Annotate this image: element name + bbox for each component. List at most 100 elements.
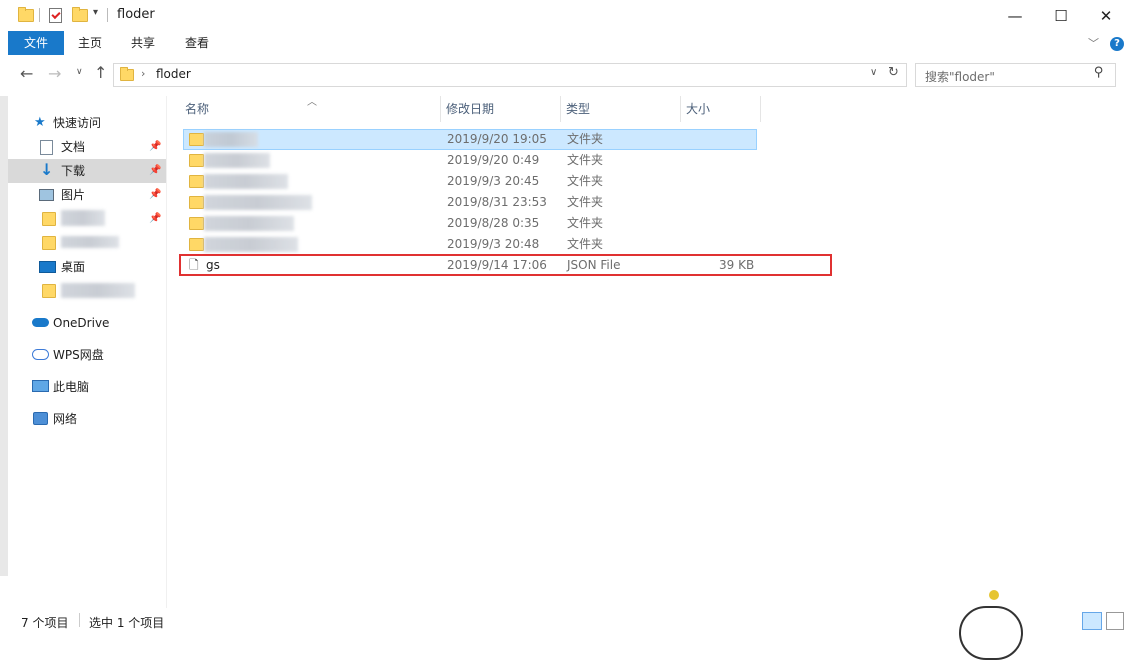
file-name [204, 216, 294, 231]
column-divider[interactable] [760, 96, 761, 122]
search-box[interactable]: 搜索"floder" ⚲ [915, 63, 1116, 87]
sidebar-item-folder[interactable] [8, 279, 166, 303]
address-bar[interactable]: › floder ∨ ↻ [113, 63, 907, 87]
column-divider[interactable] [560, 96, 561, 122]
search-icon[interactable]: ⚲ [1094, 65, 1104, 80]
file-date: 2019/9/20 19:05 [447, 132, 547, 146]
table-row[interactable]: 2019/9/3 20:48 文件夹 [184, 234, 756, 255]
navigation-pane: ★ 快速访问 文档 📌 ↓ 下载 📌 图片 📌 📌 桌面 OneDrive WP… [0, 96, 166, 608]
sidebar-item-onedrive[interactable]: OneDrive [8, 311, 166, 335]
sidebar-item-label: OneDrive [53, 316, 110, 330]
refresh-icon[interactable]: ↻ [888, 65, 899, 80]
file-date: 2019/9/3 20:45 [447, 174, 540, 188]
minimize-button[interactable]: — [992, 0, 1038, 31]
sidebar-item-documents[interactable]: 文档 📌 [8, 135, 166, 159]
desktop-icon [39, 261, 56, 273]
file-date: 2019/9/3 20:48 [447, 237, 540, 251]
file-type: 文件夹 [567, 153, 604, 167]
cloud-icon [32, 349, 49, 360]
file-size: 39 KB [719, 258, 755, 272]
sidebar-item-folder[interactable] [8, 231, 166, 255]
sidebar-item-network[interactable]: 网络 [8, 407, 166, 431]
redacted-label [61, 210, 105, 226]
folder-icon [189, 154, 204, 167]
table-row[interactable]: 2019/8/28 0:35 文件夹 [184, 213, 756, 234]
recent-locations-icon[interactable]: ∨ [76, 67, 83, 77]
breadcrumb-chevron-icon[interactable]: › [141, 67, 145, 80]
folder-icon[interactable] [18, 7, 34, 22]
computer-icon [32, 380, 49, 392]
table-row[interactable]: 2019/9/20 0:49 文件夹 [184, 150, 756, 171]
star-icon: ★ [34, 115, 46, 130]
pin-icon[interactable]: 📌 [149, 159, 161, 183]
sidebar-item-label: 网络 [53, 412, 78, 426]
folder-icon [189, 217, 204, 230]
tab-view[interactable]: 查看 [170, 31, 224, 55]
folder-icon [189, 175, 204, 188]
selected-count: 选中 1 个项目 [89, 616, 165, 630]
file-name [204, 237, 298, 252]
address-dropdown-icon[interactable]: ∨ [870, 67, 877, 78]
folder-icon [42, 284, 56, 298]
sidebar-item-label: 文档 [61, 140, 86, 154]
back-icon[interactable]: ← [20, 64, 33, 83]
table-row[interactable]: 2019/9/3 20:45 文件夹 [184, 171, 756, 192]
sidebar-item-label: 桌面 [61, 260, 86, 274]
table-row[interactable]: 2019/8/31 23:53 文件夹 [184, 192, 756, 213]
file-date: 2019/9/14 17:06 [447, 258, 547, 272]
redacted-label [61, 283, 135, 298]
properties-icon[interactable] [49, 8, 62, 23]
column-divider[interactable] [680, 96, 681, 122]
column-header-date[interactable]: 修改日期 [446, 97, 560, 121]
maximize-button[interactable]: ☐ [1038, 0, 1084, 31]
forward-icon[interactable]: → [48, 64, 61, 83]
file-type: JSON File [567, 258, 621, 272]
large-icons-view-icon[interactable] [1106, 612, 1124, 630]
close-button[interactable]: ✕ [1083, 0, 1129, 31]
folder-icon [42, 236, 56, 250]
search-input[interactable]: 搜索"floder" [925, 68, 995, 85]
redacted-label [61, 236, 119, 248]
picture-icon [39, 189, 54, 201]
expand-ribbon-icon[interactable]: ﹀ [1088, 35, 1099, 51]
breadcrumb-floder[interactable]: floder [156, 67, 191, 81]
up-icon[interactable]: ↑ [94, 63, 107, 82]
sidebar-item-wps[interactable]: WPS网盘 [8, 343, 166, 367]
mascot-sprout [989, 590, 999, 600]
column-divider[interactable] [440, 96, 441, 122]
sidebar-item-folder[interactable]: 📌 [8, 207, 166, 231]
window-title: floder [117, 7, 155, 22]
table-row[interactable]: 2019/9/20 19:05 文件夹 [183, 129, 757, 150]
sidebar-item-quick-access[interactable]: ★ 快速访问 [8, 111, 166, 135]
sidebar-item-label: 下载 [61, 164, 86, 178]
sidebar-item-label: 此电脑 [53, 380, 90, 394]
file-date: 2019/8/28 0:35 [447, 216, 540, 230]
file-type: 文件夹 [567, 216, 604, 230]
json-file-icon: 🗋 [189, 258, 199, 272]
mascot-face [959, 606, 1023, 660]
table-row[interactable]: 🗋 gs 2019/9/14 17:06 JSON File 39 KB [184, 255, 756, 276]
cloud-icon [32, 318, 49, 327]
help-icon[interactable]: ? [1110, 37, 1124, 51]
pin-icon[interactable]: 📌 [149, 183, 161, 207]
sidebar-item-pictures[interactable]: 图片 📌 [8, 183, 166, 207]
pin-icon[interactable]: 📌 [149, 207, 161, 231]
file-list: ︿ 名称 修改日期 类型 大小 2019/9/20 19:05 文件夹 2019… [166, 96, 1129, 608]
sidebar-item-desktop[interactable]: 桌面 [8, 255, 166, 279]
column-header-name[interactable]: 名称 [185, 97, 440, 121]
customize-toolbar-icon[interactable]: ▾ [93, 7, 98, 18]
new-folder-icon[interactable] [72, 7, 88, 22]
ribbon-tabs: 文件 主页 共享 查看 ﹀ ? [0, 31, 1129, 55]
folder-icon [189, 196, 204, 209]
file-name [204, 174, 288, 189]
separator [39, 8, 40, 22]
sidebar-item-this-pc[interactable]: 此电脑 [8, 375, 166, 399]
pin-icon[interactable]: 📌 [149, 135, 161, 159]
column-header-type[interactable]: 类型 [566, 97, 680, 121]
column-header-size[interactable]: 大小 [686, 97, 760, 121]
tab-home[interactable]: 主页 [64, 31, 116, 55]
tab-file[interactable]: 文件 [8, 31, 64, 55]
sidebar-item-downloads[interactable]: ↓ 下载 📌 [8, 159, 166, 183]
tab-share[interactable]: 共享 [116, 31, 170, 55]
details-view-icon[interactable] [1082, 612, 1102, 630]
